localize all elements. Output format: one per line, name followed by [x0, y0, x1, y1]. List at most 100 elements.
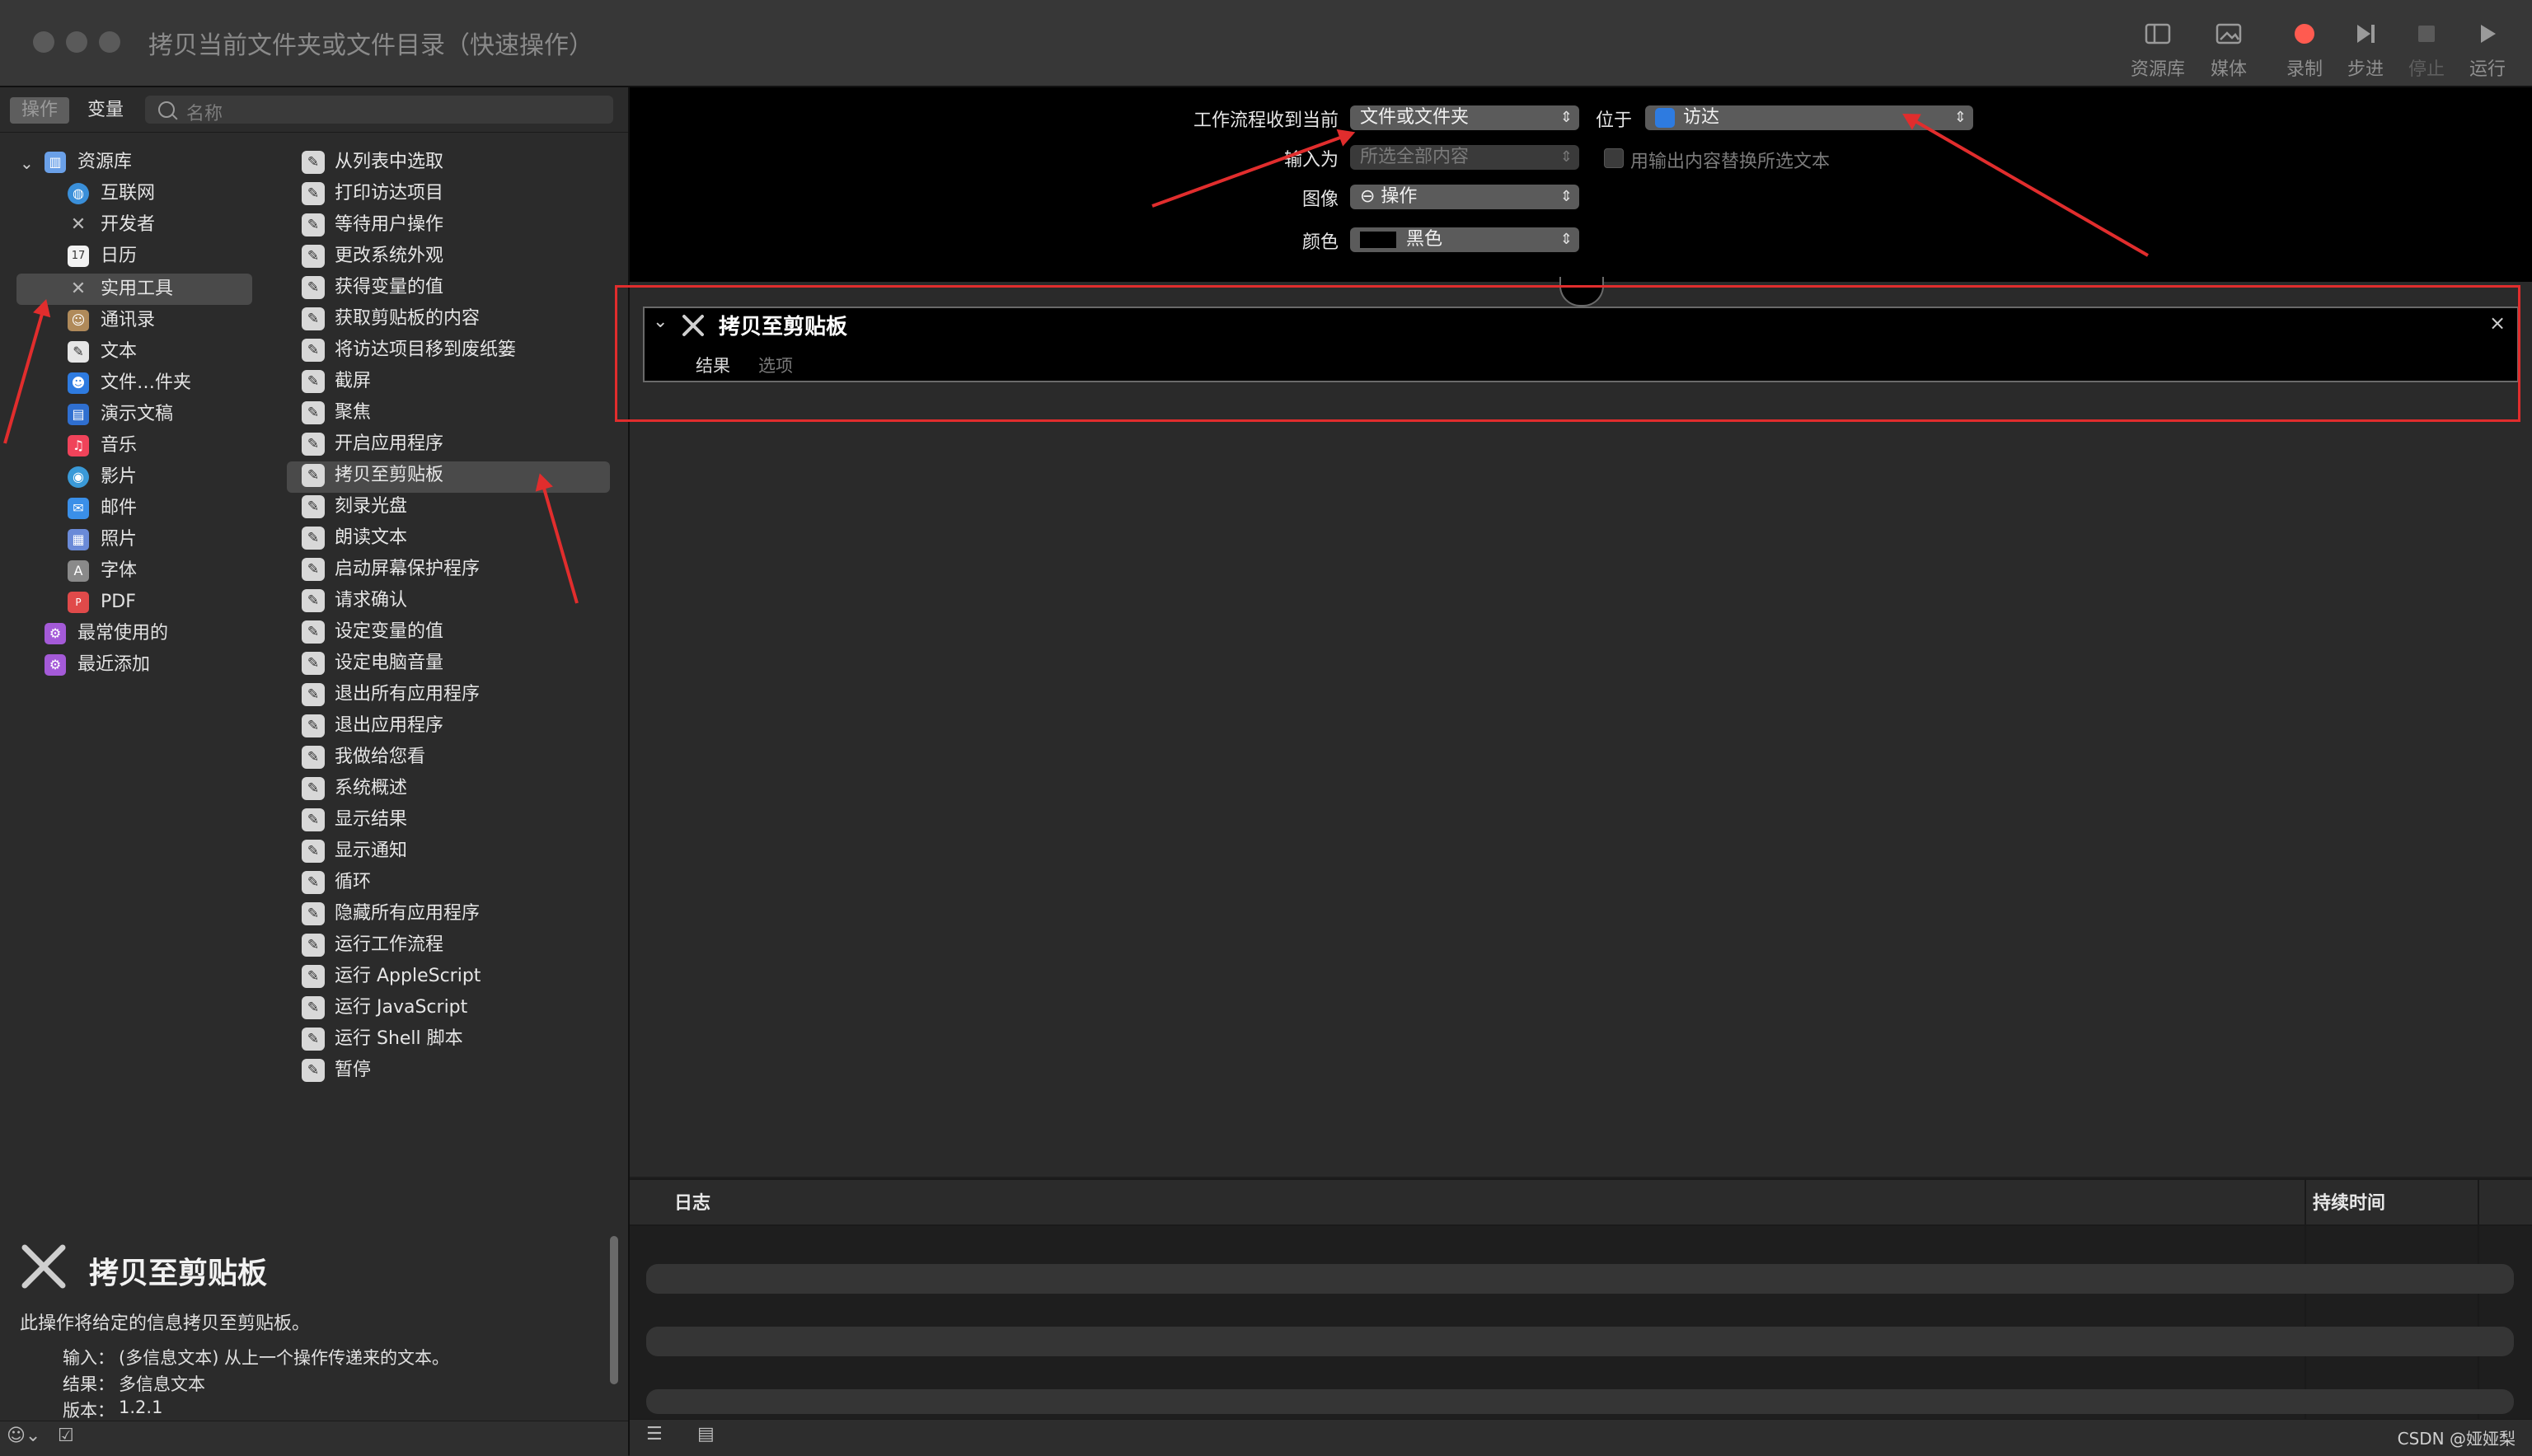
record-icon: [2295, 24, 2314, 44]
action-item[interactable]: ✎ 打印访达项目: [302, 178, 615, 209]
action-item[interactable]: ✎ 更改系统外观: [302, 241, 615, 272]
split-view-icon[interactable]: ▤: [697, 1424, 715, 1444]
action-item[interactable]: ✎ 获得变量的值: [302, 272, 615, 303]
segment-variables[interactable]: 变量: [76, 97, 135, 124]
action-item-label: 朗读文本: [335, 527, 408, 548]
library-item-label: 互联网: [101, 183, 156, 204]
receives-popup[interactable]: 文件或文件夹 ⇕: [1350, 105, 1579, 130]
action-item-label: 运行 AppleScript: [335, 966, 481, 986]
step-icon: [2357, 25, 2375, 43]
action-item[interactable]: ✎ 将访达项目移到废纸篓: [302, 335, 615, 366]
library-item-photos[interactable]: ▦ 照片: [68, 524, 137, 555]
action-menu-icon[interactable]: ☺⌄: [7, 1426, 40, 1446]
description-summary: 此操作将给定的信息拷贝至剪贴板。: [20, 1313, 311, 1334]
library-item-music[interactable]: ♫ 音乐: [68, 430, 137, 461]
library-item-most-used[interactable]: ⚙ 最常使用的: [45, 618, 168, 649]
action-icon: ✎: [302, 370, 325, 393]
watermark: CSDN @娅娅梨: [2397, 1429, 2516, 1449]
action-item[interactable]: ✎ 系统概述: [302, 773, 615, 804]
library-toolbar-button[interactable]: 资源库: [2118, 15, 2197, 81]
description-version-label: 版本：: [63, 1401, 115, 1421]
window-title: 拷贝当前文件夹或文件目录（快速操作）: [148, 31, 593, 60]
action-item[interactable]: ✎ 刻录光盘: [302, 491, 615, 522]
action-item[interactable]: ✎ 运行 JavaScript: [302, 992, 615, 1023]
folder-purple-icon: ⚙: [45, 654, 66, 676]
library-item-pdf[interactable]: P PDF: [68, 587, 136, 618]
stop-icon: [2418, 26, 2435, 42]
finder-icon: [1655, 108, 1675, 128]
contacts-icon: ☺: [68, 310, 89, 331]
library-item-calendar[interactable]: 17 日历: [68, 241, 137, 272]
segment-actions[interactable]: 操作: [10, 97, 69, 124]
description-result-value: 多信息文本: [119, 1374, 205, 1394]
library-item-recently-added[interactable]: ⚙ 最近添加: [45, 649, 150, 681]
replace-output-label: 用输出内容替换所选文本: [1630, 152, 1831, 172]
run-toolbar-button[interactable]: 运行: [2448, 15, 2527, 81]
action-item[interactable]: ✎ 朗读文本: [302, 522, 615, 554]
action-item[interactable]: ✎ 我做给您看: [302, 742, 615, 773]
action-item[interactable]: ✎ 运行工作流程: [302, 929, 615, 961]
image-popup[interactable]: ⊖ 操作 ⇕: [1350, 185, 1579, 209]
action-item[interactable]: ✎ 循环: [302, 867, 615, 898]
library-item-fonts[interactable]: A 字体: [68, 555, 137, 587]
action-item[interactable]: ✎ 等待用户操作: [302, 209, 615, 241]
list-view-icon[interactable]: ☰: [646, 1424, 663, 1444]
actions-list: ✎ 从列表中选取 ✎ 打印访达项目 ✎ 等待用户操作 ✎ 更改系统外观 ✎ 获得变量的值 ✎ 获取剪贴…: [302, 147, 615, 1086]
action-item[interactable]: ✎ 截屏: [302, 366, 615, 397]
action-item[interactable]: ✎ 隐藏所有应用程序: [302, 898, 615, 929]
bottom-bar: [630, 1419, 2532, 1456]
log-column-header[interactable]: 日志: [674, 1188, 710, 1215]
library-item-root[interactable]: ▥ 资源库: [45, 147, 132, 178]
chevron-down-icon[interactable]: ⌄: [20, 153, 34, 173]
library-item-developer[interactable]: ✕ 开发者: [68, 209, 155, 241]
library-item-movies[interactable]: ◉ 影片: [68, 461, 137, 493]
info-toggle-icon[interactable]: ☑: [58, 1426, 74, 1446]
minimize-window-button[interactable]: [66, 31, 87, 53]
description-scrollbar[interactable]: [610, 1236, 618, 1384]
action-item[interactable]: ✎ 开启应用程序: [302, 428, 615, 460]
library-item-label: 邮件: [101, 498, 138, 518]
action-item[interactable]: ✎ 显示结果: [302, 804, 615, 836]
action-item[interactable]: ✎ 退出应用程序: [302, 710, 615, 742]
input-is-popup[interactable]: 所选全部内容 ⇕: [1350, 145, 1579, 170]
action-item[interactable]: ✎ 设定变量的值: [302, 616, 615, 648]
updown-chevron-icon: ⇕: [1559, 109, 1573, 126]
search-input[interactable]: 名称: [145, 96, 613, 124]
library-item-text[interactable]: ✎ 文本: [68, 336, 137, 368]
color-popup[interactable]: 黑色 ⇕: [1350, 227, 1579, 252]
log-row: [646, 1389, 2514, 1414]
media-toolbar-button[interactable]: 媒体: [2189, 15, 2268, 81]
library-item-files-folders[interactable]: ☻ 文件…件夹: [68, 368, 191, 399]
action-icon: ✎: [302, 652, 325, 675]
action-item[interactable]: ✎ 从列表中选取: [302, 147, 615, 178]
close-window-button[interactable]: [33, 31, 54, 53]
library-item-utilities[interactable]: ✕ 实用工具: [68, 274, 173, 305]
column-divider: [2478, 1180, 2479, 1419]
library-item-presentations[interactable]: ▤ 演示文稿: [68, 399, 173, 430]
action-icon: ✎: [302, 996, 325, 1019]
action-item-label: 显示通知: [335, 840, 408, 861]
globe-icon: ◍: [68, 183, 89, 204]
action-item[interactable]: ✎ 获取剪贴板的内容: [302, 303, 615, 335]
action-item[interactable]: ✎ 运行 AppleScript: [302, 961, 615, 992]
action-item[interactable]: ✎ 显示通知: [302, 836, 615, 867]
action-item[interactable]: ✎ 请求确认: [302, 585, 615, 616]
action-item[interactable]: ✎ 运行 Shell 脚本: [302, 1023, 615, 1055]
zoom-window-button[interactable]: [99, 31, 120, 53]
library-item-mail[interactable]: ✉ 邮件: [68, 493, 137, 524]
action-item[interactable]: ✎ 设定电脑音量: [302, 648, 615, 679]
library-item-contacts[interactable]: ☺ 通讯录: [68, 305, 155, 336]
library-item-internet[interactable]: ◍ 互联网: [68, 178, 155, 209]
action-item[interactable]: ✎ 聚焦: [302, 397, 615, 428]
action-icon: ✎: [302, 840, 325, 863]
calendar-icon: 17: [68, 246, 89, 267]
application-value: 访达: [1683, 107, 1720, 128]
color-label: 颜色: [1301, 232, 1339, 253]
duration-column-header[interactable]: 持续时间: [2313, 1188, 2385, 1215]
description-title: 拷贝至剪贴板: [89, 1257, 268, 1290]
library-icon: ▥: [45, 152, 66, 173]
replace-output-checkbox[interactable]: [1604, 148, 1624, 168]
action-item[interactable]: ✎ 暂停: [302, 1055, 615, 1086]
action-item[interactable]: ✎ 拷贝至剪贴板: [302, 460, 615, 491]
action-item[interactable]: ✎ 退出所有应用程序: [302, 679, 615, 710]
